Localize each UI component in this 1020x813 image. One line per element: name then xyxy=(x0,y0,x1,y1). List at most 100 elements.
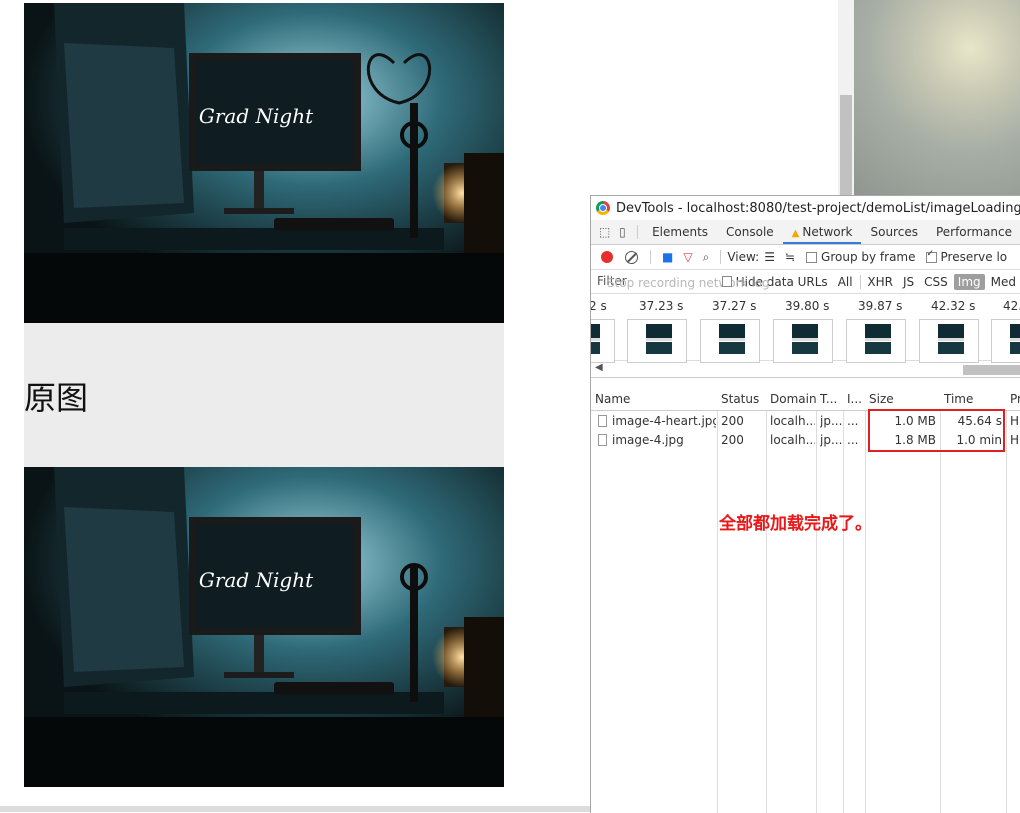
page-scrollbar-thumb[interactable] xyxy=(840,95,852,195)
column-divider xyxy=(843,389,844,813)
header-size[interactable]: Size xyxy=(869,392,894,406)
tab-network[interactable]: ▲ Network xyxy=(782,220,862,244)
filter-separator xyxy=(859,274,861,289)
hide-data-urls-checkbox[interactable] xyxy=(722,276,732,287)
tab-console[interactable]: Console xyxy=(717,220,783,244)
filmstrip-scroll-thumb[interactable] xyxy=(963,365,1020,375)
view-label: View: xyxy=(727,250,760,264)
photo-screen-text: Grad Night xyxy=(199,104,314,128)
devtools-window: DevTools - localhost:8080/test-project/d… xyxy=(590,195,1020,813)
filter-type-media[interactable]: Med xyxy=(987,274,1020,290)
tab-elements[interactable]: Elements xyxy=(643,220,717,244)
inspect-element-icon[interactable]: ⬚ xyxy=(599,225,610,239)
column-divider xyxy=(816,389,817,813)
filter-type-css[interactable]: CSS xyxy=(920,274,952,290)
annotation-note: 全部都加载完成了。 xyxy=(719,514,872,534)
filmstrip-scrollbar[interactable]: ◀ xyxy=(591,361,1020,378)
header-status[interactable]: Status xyxy=(721,392,759,406)
filter-type-js[interactable]: JS xyxy=(899,274,918,290)
filmstrip-time: 39.87 s xyxy=(858,299,903,313)
tab-separator xyxy=(636,225,638,239)
network-filterbar: Filter Stop recording network log Hide d… xyxy=(591,270,1020,294)
capture-screenshots-icon[interactable]: ■ xyxy=(662,250,673,264)
filmstrip-frame[interactable] xyxy=(991,319,1020,363)
filmstrip-frame[interactable] xyxy=(700,319,760,363)
caption-original: 原图 xyxy=(24,379,89,417)
cell-initiator: ... xyxy=(847,433,859,447)
cell-size: 1.8 MB xyxy=(894,433,936,447)
photo-desk-setup-heart: Grad Night xyxy=(24,3,504,323)
table-header: Name Status Domain T... I... Size Time P… xyxy=(591,389,1020,411)
cell-domain: localh... xyxy=(770,414,815,428)
device-toolbar-icon[interactable]: ▯ xyxy=(618,225,626,239)
tab-network-label: Network xyxy=(802,225,853,239)
devtools-title: DevTools - localhost:8080/test-project/d… xyxy=(616,200,1020,216)
cell-domain: localh... xyxy=(770,433,815,447)
toolbar-separator xyxy=(650,250,651,264)
search-icon[interactable]: ⌕ xyxy=(703,250,710,265)
column-divider xyxy=(1006,389,1007,813)
cell-time: 1.0 min xyxy=(956,433,1002,447)
cell-name[interactable]: image-4-heart.jpg xyxy=(612,414,716,428)
preserve-log-checkbox[interactable] xyxy=(925,249,937,263)
chrome-icon xyxy=(596,201,610,215)
filter-icon[interactable]: ▽ xyxy=(683,250,692,264)
filmstrip-frame[interactable] xyxy=(846,319,906,363)
column-divider xyxy=(717,389,718,813)
cell-status: 200 xyxy=(721,433,744,447)
filmstrip-time: 42.4 xyxy=(1003,299,1020,313)
cell-type: jp... xyxy=(820,414,842,428)
group-by-frame-label: Group by frame xyxy=(821,250,916,264)
screenshot-filmstrip: 2 s 37.23 s 37.27 s 39.80 s 39.87 s 42.3… xyxy=(591,294,1020,363)
background-blur-image xyxy=(854,0,1020,195)
cell-priority: Hi xyxy=(1010,414,1020,428)
devtools-tabbar: ⬚ ▯ Elements Console ▲ Network Sources Pe… xyxy=(591,220,1020,245)
toolbar-separator xyxy=(720,250,722,264)
header-name[interactable]: Name xyxy=(595,392,630,406)
filmstrip-frame[interactable] xyxy=(627,319,687,363)
scroll-left-arrow-icon[interactable]: ◀ xyxy=(595,362,603,373)
gray-band xyxy=(24,323,504,467)
cell-size: 1.0 MB xyxy=(894,414,936,428)
column-divider xyxy=(940,389,941,813)
filter-type-all[interactable]: All xyxy=(834,274,857,290)
filmstrip-time: 42.32 s xyxy=(931,299,976,313)
filmstrip-frame[interactable] xyxy=(919,319,979,363)
header-initiator[interactable]: I... xyxy=(847,392,862,406)
photo-screen-text: Grad Night xyxy=(199,568,314,592)
filter-input[interactable]: Filter Stop recording network log xyxy=(595,273,770,290)
page-bottom-edge xyxy=(0,806,590,812)
filmstrip-time: 37.23 s xyxy=(639,299,684,313)
filmstrip-time: 37.27 s xyxy=(712,299,757,313)
cell-priority: Hi xyxy=(1010,433,1020,447)
filter-type-xhr[interactable]: XHR xyxy=(863,274,897,290)
cell-time: 45.64 s xyxy=(957,414,1002,428)
filmstrip-frame[interactable] xyxy=(591,319,615,363)
warning-icon: ▲ xyxy=(791,228,800,239)
file-icon xyxy=(598,415,607,427)
filter-type-img[interactable]: Img xyxy=(953,273,985,290)
preserve-log-label: Preserve lo xyxy=(940,250,1008,264)
filmstrip-frame[interactable] xyxy=(773,319,833,363)
record-button[interactable] xyxy=(601,251,613,263)
group-by-frame-checkbox[interactable] xyxy=(806,251,818,263)
waterfall-view-icon[interactable]: ≒ xyxy=(785,250,795,264)
cell-name[interactable]: image-4.jpg xyxy=(612,433,716,447)
header-domain[interactable]: Domain xyxy=(770,392,817,406)
clear-button[interactable] xyxy=(625,250,638,264)
photo-desk-setup-original: Grad Night xyxy=(24,467,504,787)
table-row[interactable]: image-4-heart.jpg 200 localh... jp... ..… xyxy=(591,412,1020,431)
table-row[interactable]: image-4.jpg 200 localh... jp... ... 1.8 … xyxy=(591,431,1020,450)
cell-type: jp... xyxy=(820,433,842,447)
header-priority[interactable]: Pr xyxy=(1010,392,1020,406)
tab-performance[interactable]: Performance xyxy=(927,220,1020,244)
column-divider xyxy=(766,389,767,813)
devtools-titlebar: DevTools - localhost:8080/test-project/d… xyxy=(591,196,1020,220)
large-rows-icon[interactable]: ☰ xyxy=(764,250,775,264)
header-time[interactable]: Time xyxy=(944,392,973,406)
tab-sources[interactable]: Sources xyxy=(861,220,926,244)
header-type[interactable]: T... xyxy=(820,392,837,406)
cell-initiator: ... xyxy=(847,414,859,428)
network-request-table: Name Status Domain T... I... Size Time P… xyxy=(591,389,1020,813)
network-toolbar: ■ ▽ ⌕ View: ☰ ≒ Group by frame Preserve … xyxy=(591,245,1020,270)
